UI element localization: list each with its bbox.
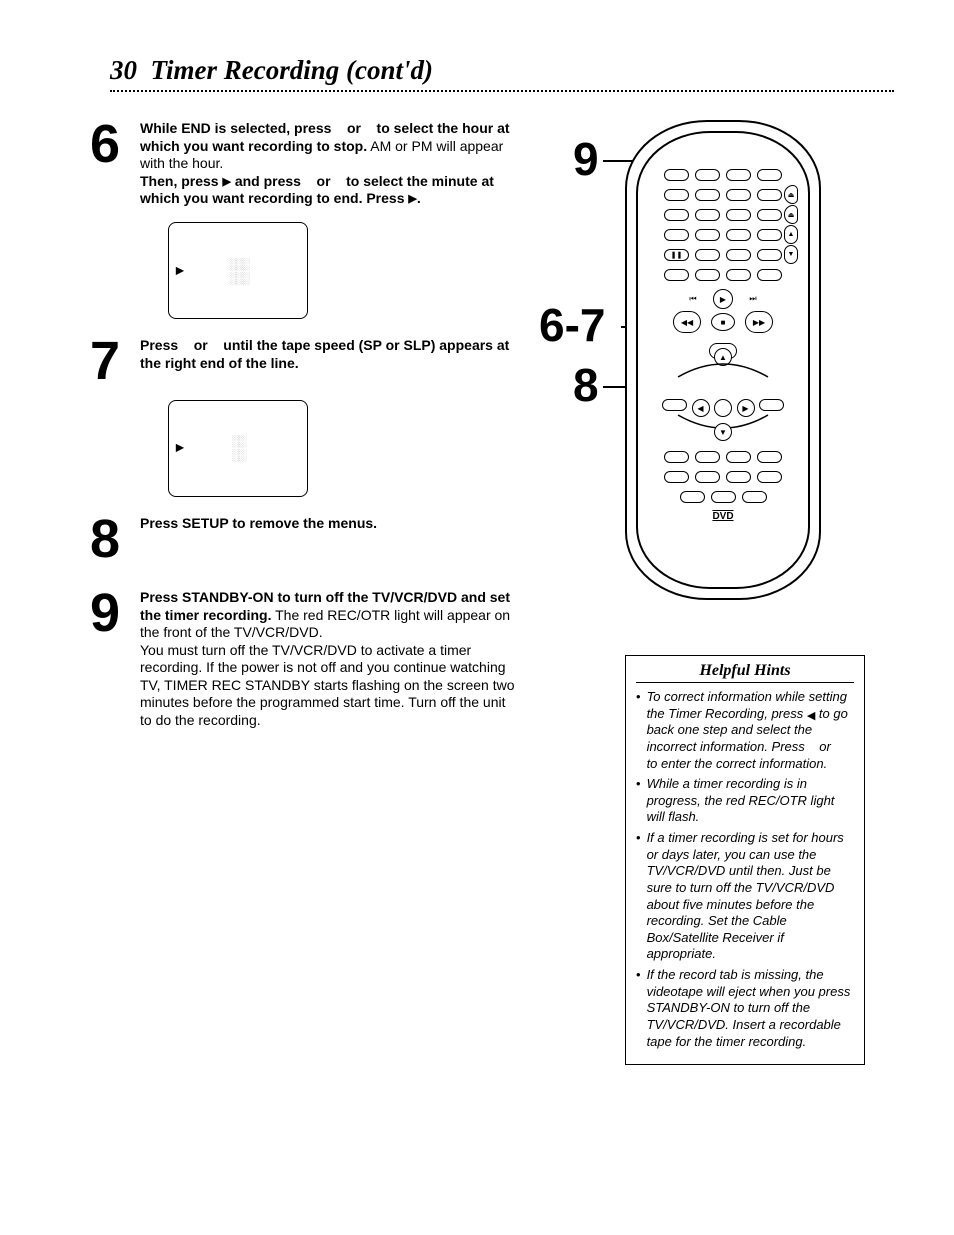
- play-right-icon: ▶: [222, 176, 230, 190]
- play-icon: ▶: [713, 289, 733, 309]
- page-number: 30: [110, 55, 137, 85]
- hint-item: To correct information while setting the…: [636, 689, 854, 772]
- step-6: 6 While END is selected, press or to sel…: [110, 120, 515, 208]
- step-8: 8 Press SETUP to remove the menus.: [110, 515, 515, 564]
- nav-bottom: ▼: [652, 423, 794, 441]
- t: If a timer recording is set for hours or…: [647, 830, 854, 963]
- hints-divider: [636, 682, 854, 683]
- t: Then, press: [140, 173, 222, 189]
- remote-row: [652, 471, 794, 483]
- remote-row: ❚❚▼: [652, 249, 794, 261]
- t: or: [313, 173, 335, 189]
- cursor-icon: ▶: [176, 443, 184, 454]
- hint-item: If the record tab is missing, the videot…: [636, 967, 854, 1050]
- step-body: Press or until the tape speed (SP or SLP…: [140, 337, 515, 386]
- t: If the record tab is missing, the videot…: [647, 967, 854, 1050]
- callout-9: 9: [573, 132, 599, 186]
- dvd-label: DVD: [652, 511, 794, 522]
- nav-left-icon: ◀: [807, 709, 815, 723]
- step-number: 7: [78, 337, 132, 386]
- step-7: 7 Press or until the tape speed (SP or S…: [110, 337, 515, 386]
- pause-icon: ❚❚: [664, 249, 689, 261]
- remote-row: [652, 451, 794, 463]
- step-body: Press STANDBY-ON to turn off the TV/VCR/…: [140, 589, 515, 729]
- nav-pad: ▲: [668, 363, 778, 393]
- callout-6-7: 6-7: [539, 298, 605, 352]
- rewind-icon: ◀◀: [673, 311, 701, 333]
- step-body: While END is selected, press or to selec…: [140, 120, 515, 208]
- ffwd-icon: ▶▶: [745, 311, 773, 333]
- t: and press: [231, 173, 305, 189]
- t: .: [417, 190, 421, 206]
- step-number: 8: [78, 515, 132, 564]
- remote-body: ⏏ ⏏ ▲ ❚❚▼ ⏮ ▶ ⏭ ◀◀ ■ ▶▶ ▲: [636, 131, 810, 589]
- osd-screen-7: ▶ ░░░░: [168, 400, 308, 497]
- step-9: 9 Press STANDBY-ON to turn off the TV/VC…: [110, 589, 515, 729]
- nav-arc: [668, 357, 778, 379]
- ch-up-icon: ▲: [784, 225, 798, 244]
- remote-row: [652, 269, 794, 281]
- t: While a timer recording is in progress, …: [647, 776, 854, 826]
- skip-prev-icon: ⏮: [683, 289, 703, 309]
- step-number: 6: [78, 120, 132, 208]
- loading-glyph: ░░░░░░: [228, 257, 248, 285]
- eject-icon: ⏏: [784, 205, 798, 224]
- helpful-hints-box: Helpful Hints To correct information whi…: [625, 655, 865, 1065]
- t: or: [343, 120, 365, 136]
- t: While END is selected, press: [140, 120, 335, 136]
- diagram-column: 9 6-7 8 ⏏ ⏏ ▲ ❚❚▼ ⏮ ▶ ⏭ ◀◀: [515, 120, 894, 1065]
- t: Press SETUP to remove the menus.: [140, 515, 377, 531]
- ch-down-icon: ▼: [784, 245, 798, 264]
- hint-item: If a timer recording is set for hours or…: [636, 830, 854, 963]
- step-body: Press SETUP to remove the menus.: [140, 515, 515, 564]
- skip-next-icon: ⏭: [743, 289, 763, 309]
- steps-column: 6 While END is selected, press or to sel…: [110, 120, 515, 1065]
- page-title: 30 Timer Recording (cont'd): [110, 55, 894, 86]
- step-number: 9: [78, 589, 132, 729]
- hints-list: To correct information while setting the…: [636, 689, 854, 1050]
- loading-glyph: ░░░░: [231, 434, 244, 462]
- hint-item: While a timer recording is in progress, …: [636, 776, 854, 826]
- nav-down-icon: ▼: [714, 423, 732, 441]
- osd-screen-6: ▶ ░░░░░░: [168, 222, 308, 319]
- t: You must turn off the TV/VCR/DVD to acti…: [140, 642, 515, 728]
- t: to enter the correct information.: [647, 756, 828, 771]
- eject-icon: ⏏: [784, 185, 798, 204]
- title-divider: [110, 90, 894, 92]
- stop-icon: ■: [711, 313, 735, 331]
- transport-pad: ⏮ ▶ ⏭ ◀◀ ■ ▶▶: [673, 289, 773, 355]
- callout-8: 8: [573, 358, 599, 412]
- t: Press: [140, 337, 182, 353]
- remote-row: [652, 169, 794, 181]
- hints-title: Helpful Hints: [636, 662, 854, 680]
- remote-row: [652, 491, 794, 503]
- remote-row: ⏏: [652, 209, 794, 221]
- play-right-icon: ▶: [408, 193, 416, 207]
- remote-row: ▲: [652, 229, 794, 241]
- page-title-text: Timer Recording (cont'd): [151, 55, 433, 85]
- cursor-icon: ▶: [176, 265, 184, 276]
- t: or: [190, 337, 212, 353]
- remote-row: ⏏: [652, 189, 794, 201]
- t: or: [816, 739, 835, 754]
- remote-diagram: 9 6-7 8 ⏏ ⏏ ▲ ❚❚▼ ⏮ ▶ ⏭ ◀◀: [585, 120, 835, 600]
